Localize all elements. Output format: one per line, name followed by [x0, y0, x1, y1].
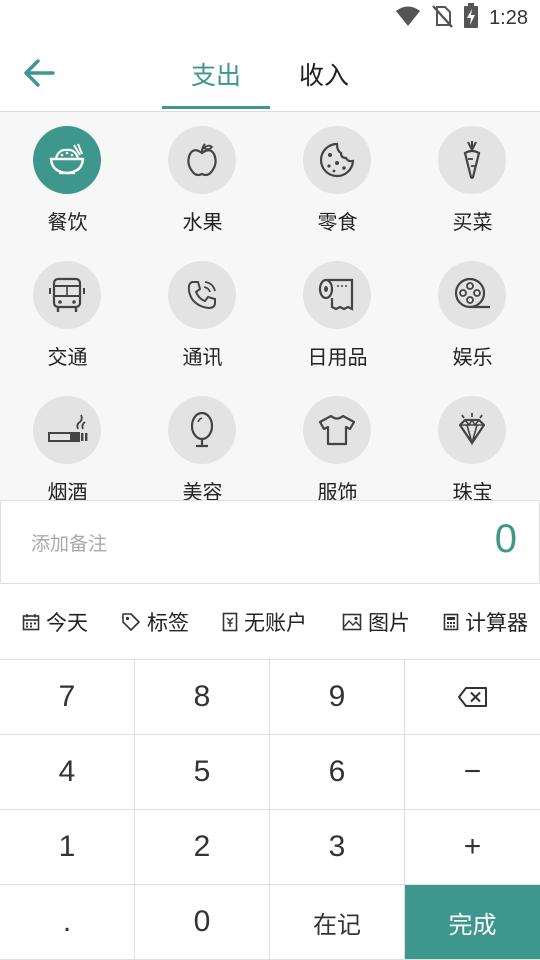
- record-again-button[interactable]: 在记: [270, 885, 405, 960]
- number-keypad: 7 8 9 4 5 6 − 1 2 3 + . 0 在记 完成: [0, 660, 540, 960]
- key-1[interactable]: 1: [0, 810, 135, 885]
- category-label: 娱乐: [452, 345, 493, 369]
- category-groceries[interactable]: 买菜: [405, 112, 540, 247]
- film-reel-icon[interactable]: [438, 261, 506, 329]
- calculator-button[interactable]: 计算器: [443, 606, 528, 638]
- category-grid: 餐饮 水果 零食 买菜 交通 通讯 日用品 娱乐 烟酒 美容 服饰 珠宝: [0, 112, 540, 500]
- key-5[interactable]: 5: [135, 735, 270, 810]
- key-plus[interactable]: +: [405, 810, 540, 885]
- bus-icon[interactable]: [33, 261, 101, 329]
- done-button[interactable]: 完成: [405, 885, 540, 960]
- category-label: 日用品: [307, 345, 368, 369]
- arrow-left-icon: [24, 59, 55, 87]
- app-bar: 支出 收入: [0, 36, 540, 112]
- category-label: 水果: [182, 210, 223, 234]
- note-input[interactable]: [31, 529, 391, 559]
- category-label: 服饰: [317, 480, 358, 500]
- backspace-button[interactable]: [405, 660, 540, 735]
- toilet-paper-icon[interactable]: [303, 261, 371, 329]
- calculator-icon: [443, 613, 459, 631]
- category-label: 美容: [182, 480, 223, 500]
- status-bar: 1:28: [0, 0, 540, 36]
- category-fruit[interactable]: 水果: [135, 112, 270, 247]
- category-dining[interactable]: 餐饮: [0, 112, 135, 247]
- key-9[interactable]: 9: [270, 660, 405, 735]
- key-6[interactable]: 6: [270, 735, 405, 810]
- image-icon: [342, 613, 362, 631]
- category-label: 珠宝: [452, 480, 493, 500]
- tab-income[interactable]: 收入: [270, 50, 378, 98]
- category-label: 交通: [47, 345, 88, 369]
- rice-bowl-icon[interactable]: [33, 126, 101, 194]
- image-label: 图片: [368, 611, 410, 635]
- category-entertainment[interactable]: 娱乐: [405, 247, 540, 382]
- phone-icon[interactable]: [168, 261, 236, 329]
- account-button[interactable]: 无账户: [222, 606, 307, 638]
- key-8[interactable]: 8: [135, 660, 270, 735]
- tag-button[interactable]: 标签: [121, 606, 189, 638]
- category-jewelry[interactable]: 珠宝: [405, 382, 540, 500]
- category-label: 买菜: [452, 210, 493, 234]
- tag-label: 标签: [147, 611, 189, 635]
- status-time: 1:28: [489, 6, 528, 29]
- key-minus[interactable]: −: [405, 735, 540, 810]
- key-2[interactable]: 2: [135, 810, 270, 885]
- image-button[interactable]: 图片: [342, 606, 410, 638]
- wallet-icon: [222, 612, 238, 632]
- backspace-icon: [457, 687, 487, 707]
- battery-charging-icon: [463, 3, 479, 33]
- calculator-label: 计算器: [465, 611, 528, 635]
- category-label: 烟酒: [47, 480, 88, 500]
- apple-icon[interactable]: [168, 126, 236, 194]
- category-beauty[interactable]: 美容: [135, 382, 270, 500]
- mirror-icon[interactable]: [168, 396, 236, 464]
- cookie-icon[interactable]: [303, 126, 371, 194]
- account-label: 无账户: [244, 611, 307, 635]
- wifi-icon: [395, 5, 421, 31]
- key-decimal[interactable]: .: [0, 885, 135, 960]
- carrot-icon[interactable]: [438, 126, 506, 194]
- category-daily-goods[interactable]: 日用品: [270, 247, 405, 382]
- category-label: 通讯: [182, 345, 223, 369]
- date-button[interactable]: 今天: [22, 606, 88, 638]
- tshirt-icon[interactable]: [303, 396, 371, 464]
- category-clothing[interactable]: 服饰: [270, 382, 405, 500]
- amount-display: 0: [494, 517, 517, 561]
- calendar-icon: [22, 614, 40, 631]
- key-0[interactable]: 0: [135, 885, 270, 960]
- category-snacks[interactable]: 零食: [270, 112, 405, 247]
- category-tobacco-alcohol[interactable]: 烟酒: [0, 382, 135, 500]
- cigarette-icon[interactable]: [33, 396, 101, 464]
- key-7[interactable]: 7: [0, 660, 135, 735]
- category-telecom[interactable]: 通讯: [135, 247, 270, 382]
- note-row: 0: [0, 500, 540, 584]
- active-tab-indicator: [162, 106, 270, 109]
- category-transport[interactable]: 交通: [0, 247, 135, 382]
- diamond-icon[interactable]: [438, 396, 506, 464]
- no-sim-icon: [431, 4, 453, 32]
- date-label: 今天: [46, 611, 88, 635]
- entry-toolbar: 今天 标签 无账户 图片 计算器: [0, 584, 540, 660]
- key-3[interactable]: 3: [270, 810, 405, 885]
- back-button[interactable]: [18, 52, 60, 94]
- key-4[interactable]: 4: [0, 735, 135, 810]
- tab-expense[interactable]: 支出: [162, 50, 270, 98]
- tag-icon: [122, 613, 140, 631]
- category-label: 餐饮: [47, 210, 88, 234]
- category-label: 零食: [317, 210, 358, 234]
